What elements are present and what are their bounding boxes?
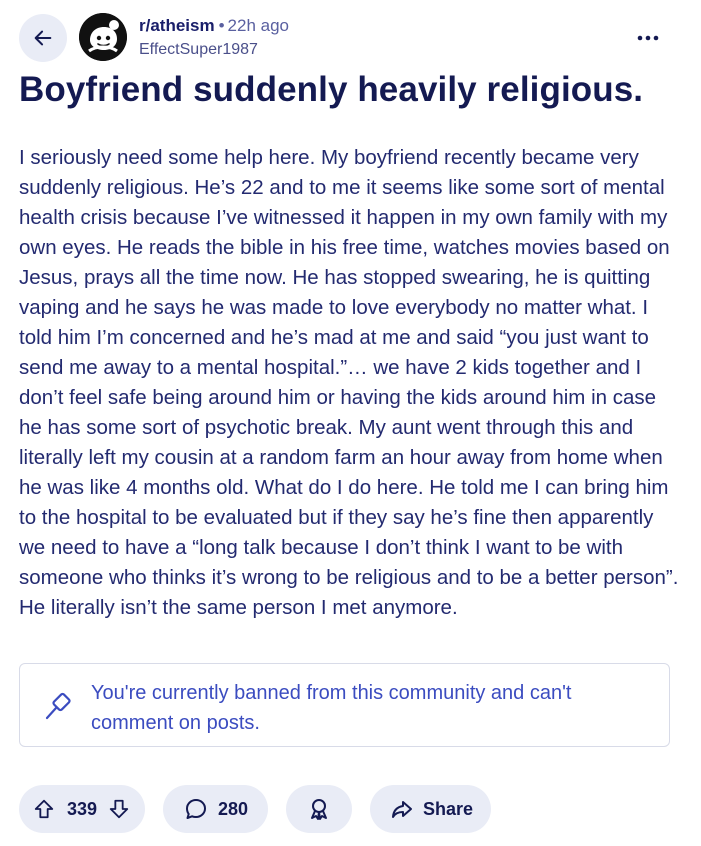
separator-dot: • — [218, 16, 225, 35]
comments-button[interactable]: 280 — [163, 785, 268, 833]
share-label: Share — [423, 798, 474, 819]
vote-count: 339 — [67, 798, 98, 819]
mascot-icon — [79, 13, 127, 61]
upvote-button[interactable] — [33, 798, 55, 820]
arrow-up-icon — [34, 799, 54, 819]
more-options-button[interactable] — [628, 22, 668, 54]
banned-notice: You're currently banned from this commun… — [19, 663, 670, 747]
award-button[interactable] — [286, 785, 352, 833]
post-title: Boyfriend suddenly heavily religious. — [19, 70, 644, 109]
back-button[interactable] — [19, 14, 67, 62]
post-page: r/atheism • 22h ago EffectSuper1987 Boyfri… — [0, 0, 701, 846]
award-icon — [311, 799, 327, 820]
post-meta: r/atheism • 22h ago EffectSuper1987 — [139, 14, 289, 62]
downvote-button[interactable] — [108, 798, 130, 820]
subreddit-link[interactable]: r/atheism — [139, 16, 215, 35]
comment-count: 280 — [218, 798, 249, 819]
share-icon — [390, 797, 414, 821]
subreddit-avatar[interactable] — [79, 13, 127, 61]
comment-icon — [184, 797, 208, 821]
arrow-left-icon — [34, 30, 52, 46]
arrow-down-icon — [109, 799, 129, 819]
vote-bar: 339 — [19, 785, 145, 833]
more-horizontal-icon — [637, 35, 659, 41]
post-body: I seriously need some help here. My boyf… — [19, 146, 679, 619]
banned-message: You're currently banned from this commun… — [91, 682, 572, 734]
share-button[interactable]: Share — [370, 785, 491, 833]
post-time: 22h ago — [227, 16, 289, 35]
hammer-icon — [45, 692, 71, 720]
author-link[interactable]: EffectSuper1987 — [139, 38, 289, 62]
